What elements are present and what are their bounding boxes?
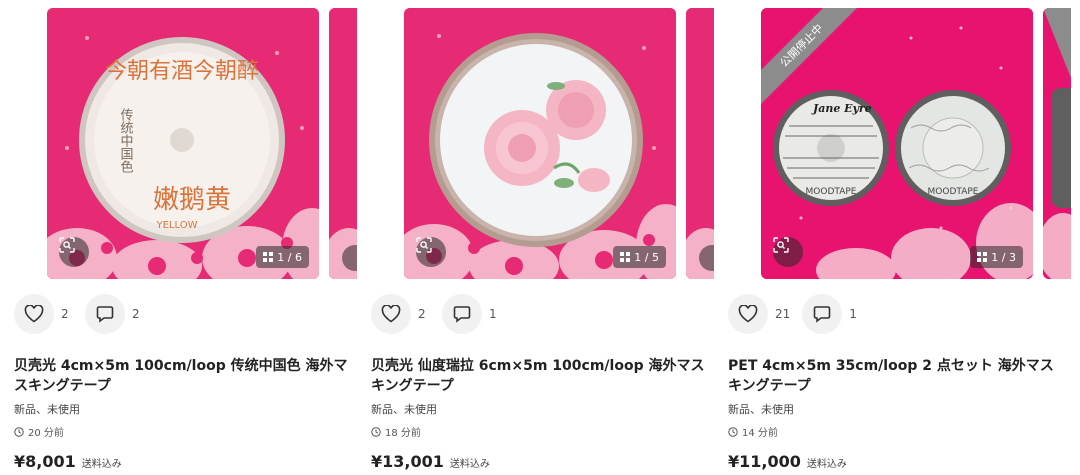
comment-count: 1 <box>489 307 497 321</box>
engagement-bar: 2 2 <box>14 294 156 334</box>
product-title[interactable]: 贝壳光 仙度瑞拉 6cm×5m 100cm/loop 海外マスキングテープ <box>371 356 707 396</box>
price-amount: ¥11,000 <box>728 452 801 471</box>
clock-icon <box>728 426 738 437</box>
price: ¥8,001 送料込み <box>14 452 122 471</box>
price: ¥11,000 送料込み <box>728 452 847 471</box>
heart-icon <box>381 305 401 323</box>
heart-icon <box>24 305 44 323</box>
comment-icon <box>813 306 831 323</box>
posted-time: 18 分前 <box>371 424 421 439</box>
image-carousel[interactable]: 1 / 5 <box>404 8 714 279</box>
product-title[interactable]: PET 4cm×5m 35cm/loop 2 点セット 海外マスキングテープ <box>728 356 1064 396</box>
next-photo-art <box>329 8 357 279</box>
next-photo-art <box>686 8 714 279</box>
shipping-note: 送料込み <box>449 459 490 470</box>
comment-button[interactable] <box>85 294 125 334</box>
engagement-bar: 2 1 <box>371 294 513 334</box>
gallery-grid-icon <box>620 252 631 262</box>
image-counter: 1 / 6 <box>256 246 309 268</box>
product-card[interactable]: Jane Eyre MOODTAPE MOODTAPE 公開停止中 1 / 3 … <box>714 0 1071 475</box>
item-condition: 新品、未使用 <box>728 403 794 416</box>
next-photo-preview[interactable] <box>329 8 357 279</box>
lens-search-icon <box>416 237 432 253</box>
posted-time-text: 14 分前 <box>742 428 778 439</box>
comment-button[interactable] <box>442 294 482 334</box>
tape-print-text: 传统中国色 <box>118 108 134 173</box>
engagement-bar: 21 1 <box>728 294 873 334</box>
item-condition: 新品、未使用 <box>371 403 437 416</box>
comment-button[interactable] <box>802 294 843 334</box>
price-amount: ¥13,001 <box>371 452 444 471</box>
comment-icon <box>96 306 114 323</box>
heart-icon <box>738 305 758 323</box>
like-button[interactable] <box>728 294 768 334</box>
product-photo[interactable]: Jane Eyre MOODTAPE MOODTAPE 公開停止中 1 / 3 <box>761 8 1033 279</box>
zoom-button[interactable] <box>773 237 803 267</box>
like-count: 21 <box>775 307 791 321</box>
gallery-grid-icon <box>263 252 274 262</box>
image-counter-text: 1 / 3 <box>991 250 1016 264</box>
image-carousel[interactable]: 今朝有酒今朝醉 传统中国色 嫩鹅黄 YELLOW 1 / 6 <box>47 8 357 279</box>
tape-print-text: MOODTAPE <box>806 187 857 197</box>
next-photo-preview[interactable] <box>686 8 714 279</box>
shipping-note: 送料込み <box>81 459 122 470</box>
product-photo[interactable]: 今朝有酒今朝醉 传统中国色 嫩鹅黄 YELLOW 1 / 6 <box>47 8 319 279</box>
product-photo-art: 今朝有酒今朝醉 传统中国色 嫩鹅黄 YELLOW <box>47 8 319 279</box>
price-amount: ¥8,001 <box>14 452 76 471</box>
product-card[interactable]: 1 / 5 2 1 贝壳光 仙度瑞拉 6cm×5m 100cm/loop 海外マ… <box>357 0 714 475</box>
tape-print-text: Jane Eyre <box>811 102 872 115</box>
posted-time-text: 20 分前 <box>28 428 64 439</box>
image-counter: 1 / 5 <box>613 246 666 268</box>
next-photo-art <box>1043 8 1071 279</box>
like-button[interactable] <box>14 294 54 334</box>
posted-time-text: 18 分前 <box>385 428 421 439</box>
gallery-grid-icon <box>977 252 988 262</box>
clock-icon <box>371 426 381 437</box>
product-card[interactable]: 今朝有酒今朝醉 传统中国色 嫩鹅黄 YELLOW 1 / 6 2 2 贝壳光 4… <box>0 0 357 475</box>
like-count: 2 <box>61 307 69 321</box>
lens-search-icon <box>59 237 75 253</box>
zoom-button[interactable] <box>416 237 446 267</box>
image-counter-text: 1 / 6 <box>277 250 302 264</box>
tape-print-text: MOODTAPE <box>928 187 979 197</box>
comment-count: 1 <box>849 307 857 321</box>
comment-icon <box>453 306 471 323</box>
next-photo-preview[interactable] <box>1043 8 1071 279</box>
lens-search-icon <box>773 237 789 253</box>
product-title[interactable]: 贝壳光 4cm×5m 100cm/loop 传统中国色 海外マスキングテープ <box>14 356 350 396</box>
posted-time: 14 分前 <box>728 424 778 439</box>
tape-print-text: YELLOW <box>156 220 198 231</box>
image-counter-text: 1 / 5 <box>634 250 659 264</box>
price: ¥13,001 送料込み <box>371 452 490 471</box>
comment-count: 2 <box>132 307 140 321</box>
tape-print-text: 今朝有酒今朝醉 <box>105 59 259 84</box>
like-button[interactable] <box>371 294 411 334</box>
shipping-note: 送料込み <box>806 459 847 470</box>
image-counter: 1 / 3 <box>970 246 1023 268</box>
zoom-button[interactable] <box>59 237 89 267</box>
posted-time: 20 分前 <box>14 424 64 439</box>
product-photo-art <box>404 8 676 279</box>
clock-icon <box>14 426 24 437</box>
tape-print-text: 嫩鹅黄 <box>153 185 231 215</box>
like-count: 2 <box>418 307 426 321</box>
item-condition: 新品、未使用 <box>14 403 80 416</box>
image-carousel[interactable]: Jane Eyre MOODTAPE MOODTAPE 公開停止中 1 / 3 <box>761 8 1071 279</box>
product-photo[interactable]: 1 / 5 <box>404 8 676 279</box>
